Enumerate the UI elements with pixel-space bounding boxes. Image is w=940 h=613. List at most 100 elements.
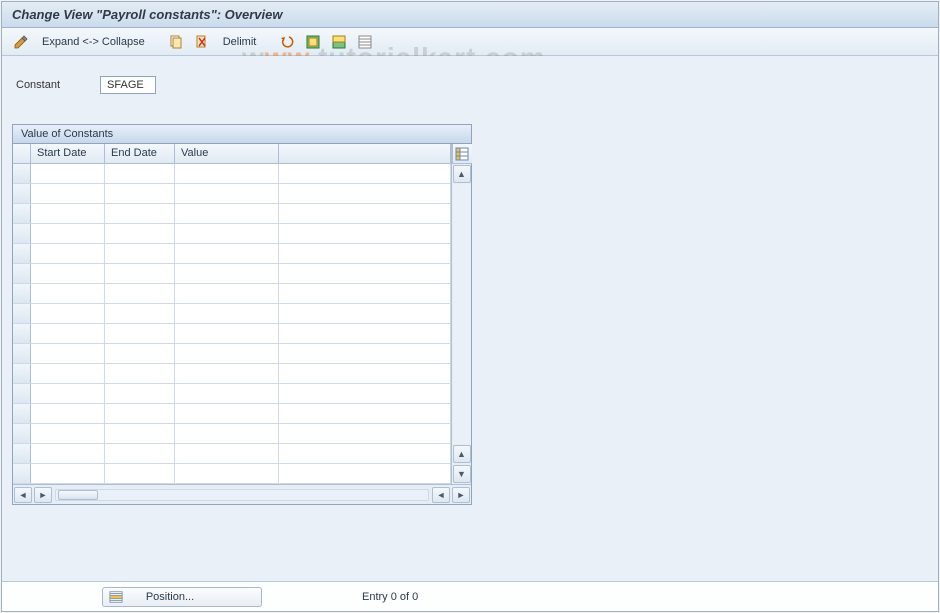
table-settings-icon[interactable] bbox=[452, 144, 472, 164]
select-block-icon[interactable] bbox=[328, 32, 350, 52]
cell-value[interactable] bbox=[175, 404, 279, 423]
cell-end-date[interactable] bbox=[105, 304, 175, 323]
row-selector[interactable] bbox=[13, 384, 31, 403]
cell-end-date[interactable] bbox=[105, 464, 175, 483]
cell-end-date[interactable] bbox=[105, 224, 175, 243]
cell-start-date[interactable] bbox=[31, 324, 105, 343]
cell-value[interactable] bbox=[175, 244, 279, 263]
row-selector[interactable] bbox=[13, 244, 31, 263]
cell-end-date[interactable] bbox=[105, 244, 175, 263]
position-button[interactable]: Position... bbox=[102, 587, 262, 607]
cell-start-date[interactable] bbox=[31, 424, 105, 443]
cell-end-date[interactable] bbox=[105, 384, 175, 403]
cell-end-date[interactable] bbox=[105, 164, 175, 183]
cell-value[interactable] bbox=[175, 164, 279, 183]
row-selector[interactable] bbox=[13, 164, 31, 183]
cell-end-date[interactable] bbox=[105, 204, 175, 223]
change-icon[interactable] bbox=[10, 32, 32, 52]
row-selector[interactable] bbox=[13, 404, 31, 423]
table-row bbox=[13, 444, 451, 464]
scroll-left-icon[interactable]: ◄ bbox=[14, 487, 32, 503]
cell-value[interactable] bbox=[175, 424, 279, 443]
row-selector[interactable] bbox=[13, 204, 31, 223]
cell-start-date[interactable] bbox=[31, 204, 105, 223]
constant-label: Constant bbox=[16, 79, 60, 91]
cell-start-date[interactable] bbox=[31, 164, 105, 183]
copy-icon[interactable] bbox=[165, 32, 187, 52]
cell-start-date[interactable] bbox=[31, 444, 105, 463]
cell-start-date[interactable] bbox=[31, 244, 105, 263]
scroll-up-icon[interactable]: ▲ bbox=[453, 165, 471, 183]
cell-start-date[interactable] bbox=[31, 304, 105, 323]
cell-start-date[interactable] bbox=[31, 364, 105, 383]
cell-start-date[interactable] bbox=[31, 464, 105, 483]
constant-input[interactable]: SFAGE bbox=[100, 76, 156, 94]
row-selector[interactable] bbox=[13, 224, 31, 243]
table-row bbox=[13, 404, 451, 424]
cell-value[interactable] bbox=[175, 284, 279, 303]
cell-value[interactable] bbox=[175, 384, 279, 403]
hscroll-thumb[interactable] bbox=[58, 490, 98, 500]
row-selector[interactable] bbox=[13, 344, 31, 363]
row-selector[interactable] bbox=[13, 364, 31, 383]
hscroll-track[interactable] bbox=[55, 489, 429, 501]
table-row bbox=[13, 204, 451, 224]
table-row bbox=[13, 464, 451, 484]
cell-value[interactable] bbox=[175, 324, 279, 343]
cell-end-date[interactable] bbox=[105, 444, 175, 463]
row-selector[interactable] bbox=[13, 284, 31, 303]
deselect-all-icon[interactable] bbox=[354, 32, 376, 52]
expand-collapse-button[interactable]: Expand <-> Collapse bbox=[36, 36, 151, 48]
cell-start-date[interactable] bbox=[31, 184, 105, 203]
cell-value[interactable] bbox=[175, 304, 279, 323]
scroll-left-end-icon[interactable]: ◄ bbox=[432, 487, 450, 503]
col-header-start-date[interactable]: Start Date bbox=[31, 144, 105, 163]
cell-start-date[interactable] bbox=[31, 224, 105, 243]
row-selector[interactable] bbox=[13, 464, 31, 483]
cell-spacer bbox=[279, 364, 451, 383]
vscroll-track[interactable] bbox=[453, 184, 471, 444]
scroll-right-step-icon[interactable]: ► bbox=[34, 487, 52, 503]
cell-end-date[interactable] bbox=[105, 264, 175, 283]
cell-value[interactable] bbox=[175, 464, 279, 483]
row-selector[interactable] bbox=[13, 264, 31, 283]
cell-end-date[interactable] bbox=[105, 364, 175, 383]
cell-start-date[interactable] bbox=[31, 384, 105, 403]
cell-value[interactable] bbox=[175, 224, 279, 243]
delimit-button[interactable]: Delimit bbox=[217, 36, 263, 48]
row-selector[interactable] bbox=[13, 304, 31, 323]
scroll-down-icon[interactable]: ▼ bbox=[453, 465, 471, 483]
cell-value[interactable] bbox=[175, 264, 279, 283]
delete-icon[interactable] bbox=[191, 32, 213, 52]
cell-value[interactable] bbox=[175, 364, 279, 383]
row-selector[interactable] bbox=[13, 444, 31, 463]
undo-icon[interactable] bbox=[276, 32, 298, 52]
cell-end-date[interactable] bbox=[105, 344, 175, 363]
row-selector[interactable] bbox=[13, 324, 31, 343]
cell-end-date[interactable] bbox=[105, 284, 175, 303]
scroll-down-small-icon[interactable]: ▲ bbox=[453, 445, 471, 463]
cell-value[interactable] bbox=[175, 444, 279, 463]
cell-value[interactable] bbox=[175, 204, 279, 223]
cell-end-date[interactable] bbox=[105, 404, 175, 423]
cell-spacer bbox=[279, 444, 451, 463]
row-selector[interactable] bbox=[13, 424, 31, 443]
col-header-end-date[interactable]: End Date bbox=[105, 144, 175, 163]
cell-end-date[interactable] bbox=[105, 324, 175, 343]
table-row bbox=[13, 244, 451, 264]
cell-start-date[interactable] bbox=[31, 284, 105, 303]
row-selector-header[interactable] bbox=[13, 144, 31, 163]
cell-start-date[interactable] bbox=[31, 404, 105, 423]
scroll-right-icon[interactable]: ► bbox=[452, 487, 470, 503]
select-all-icon[interactable] bbox=[302, 32, 324, 52]
cell-start-date[interactable] bbox=[31, 344, 105, 363]
col-header-value[interactable]: Value bbox=[175, 144, 279, 163]
row-selector[interactable] bbox=[13, 184, 31, 203]
table-row bbox=[13, 284, 451, 304]
cell-end-date[interactable] bbox=[105, 424, 175, 443]
cell-value[interactable] bbox=[175, 344, 279, 363]
table-row bbox=[13, 224, 451, 244]
cell-start-date[interactable] bbox=[31, 264, 105, 283]
cell-value[interactable] bbox=[175, 184, 279, 203]
cell-end-date[interactable] bbox=[105, 184, 175, 203]
